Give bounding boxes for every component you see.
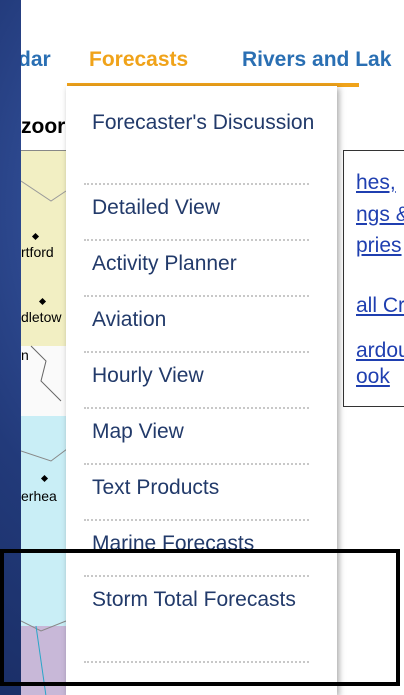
menu-separator (84, 519, 309, 521)
nav-item-calendar[interactable]: dar (21, 48, 51, 72)
screenshot-stage: dar Forecasts Rivers and Lak zoor rtford… (0, 0, 404, 695)
menu-separator (84, 239, 309, 241)
town-label: dletow (21, 309, 62, 325)
menu-item-activity-planner[interactable]: Activity Planner (92, 249, 322, 279)
side-link-outlook[interactable]: ook (356, 365, 390, 389)
menu-item-forecasters-discussion[interactable]: Forecaster's Discussion (92, 108, 322, 138)
top-navigation: dar Forecasts Rivers and Lak (21, 30, 404, 84)
side-link-watches[interactable]: hes, (356, 171, 396, 195)
menu-separator (84, 575, 309, 577)
menu-separator (84, 661, 309, 663)
nav-item-forecasts[interactable]: Forecasts (89, 48, 188, 72)
side-link-warnings[interactable]: ngs & (356, 203, 404, 227)
forecasts-dropdown-menu: Forecaster's Discussion Detailed View Ac… (66, 86, 337, 695)
menu-item-storm-total-forecasts[interactable]: Storm Total Forecasts (92, 585, 322, 615)
hazards-side-panel: hes, ngs & pries all Cra ardou ook (343, 150, 404, 407)
side-link-advisories[interactable]: pries (356, 234, 402, 258)
town-label: rtford (21, 244, 54, 260)
menu-separator (84, 351, 309, 353)
menu-separator (84, 183, 309, 185)
town-label: n (21, 347, 29, 363)
town-label: erhea (21, 488, 57, 504)
nav-item-rivers-and-lakes[interactable]: Rivers and Lak (242, 48, 391, 72)
menu-separator (84, 463, 309, 465)
menu-item-map-view[interactable]: Map View (92, 417, 322, 447)
menu-separator (84, 295, 309, 297)
menu-item-hourly-view[interactable]: Hourly View (92, 361, 322, 391)
menu-item-detailed-view[interactable]: Detailed View (92, 193, 322, 223)
zoom-label: zoor (21, 115, 66, 138)
side-link-hazardous-outlook[interactable]: ardou (356, 339, 404, 363)
map-boundaries (21, 180, 71, 695)
menu-separator (84, 407, 309, 409)
forecast-map[interactable]: rtford dletow n erhea (21, 150, 71, 695)
menu-item-marine-forecasts[interactable]: Marine Forecasts (92, 529, 322, 559)
menu-item-aviation[interactable]: Aviation (92, 305, 322, 335)
menu-item-text-products[interactable]: Text Products (92, 473, 322, 503)
side-link-small-craft[interactable]: all Cra (356, 294, 404, 318)
